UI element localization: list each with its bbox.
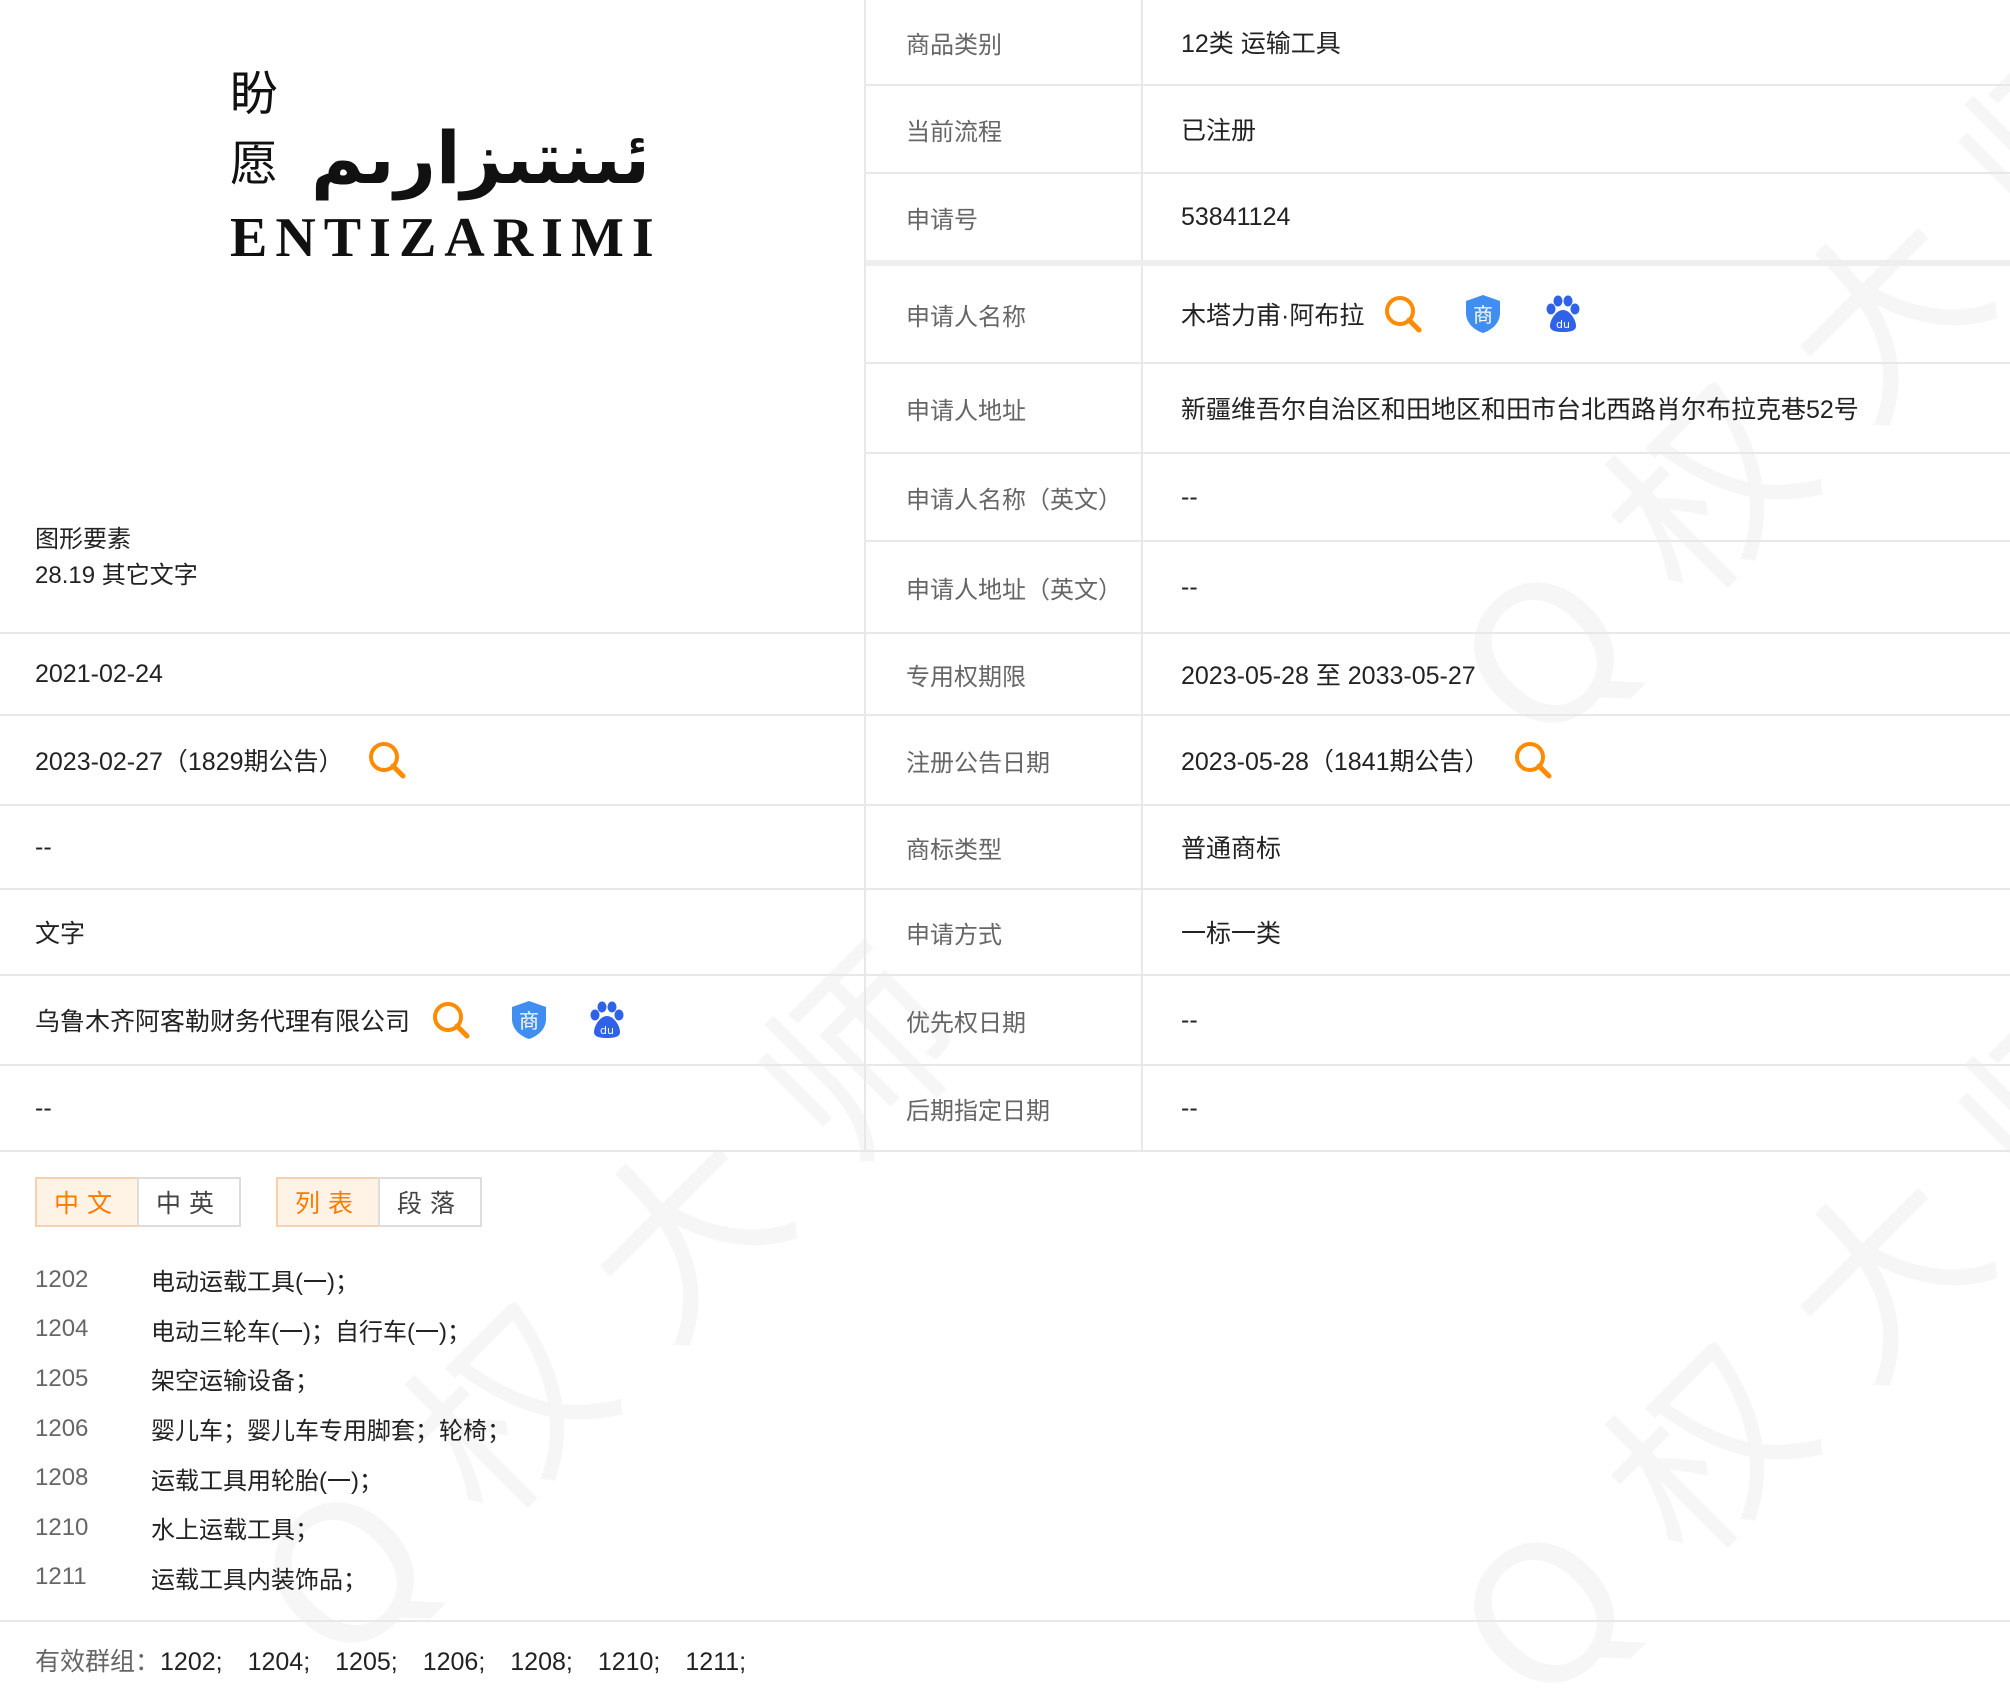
info-row-applicant-en: 申请人名称（英文） -- [866,454,2010,542]
row-value: -- [1181,1093,1198,1122]
info-row-mark-type: 商标类型 普通商标 [866,806,2010,890]
svg-text:du: du [1556,318,1570,331]
baidu-paw-icon[interactable]: du [586,999,628,1041]
row-label: 注册公告日期 [866,716,1143,804]
trademark-shield-icon[interactable]: 商 [508,999,550,1041]
valid-groups: 有效群组：1202; 1204; 1205; 1206; 1208; 1210;… [35,1642,746,1678]
row-label: 专用权期限 [866,634,1143,714]
status-value: 已注册 [1181,117,1257,145]
left-top-block [0,0,864,634]
search-icon[interactable] [1512,739,1554,781]
info-row-later-designation: 后期指定日期 -- [866,1066,2010,1152]
left-row-6: -- [0,1066,864,1152]
row-value: 普通商标 [1181,835,1282,863]
svg-text:商: 商 [519,1009,539,1033]
goods-code: 1211 [35,1563,87,1591]
list-item: 1206 婴儿车；婴儿车专用脚套；轮椅； [35,1404,511,1454]
left-row-3: -- [0,806,864,890]
goods-code: 1204 [35,1315,89,1343]
goods-code: 1205 [35,1364,89,1392]
search-icon[interactable] [430,999,472,1041]
row-label: 申请人地址 [866,364,1143,452]
row-label: 申请人名称（英文） [866,454,1143,540]
row-label: 申请方式 [866,890,1143,974]
valid-groups-value: 1202; 1204; 1205; 1206; 1208; 1210; 1211… [160,1648,747,1676]
divider [0,1620,2010,1622]
composition: 文字 [0,890,864,976]
row-value: 12类 运输工具 [1181,30,1341,58]
tab-list[interactable]: 列表 [276,1177,380,1227]
search-icon[interactable] [1382,293,1424,335]
info-row-priority-date: 优先权日期 -- [866,976,2010,1066]
list-item: 1205 架空运输设备； [35,1354,511,1404]
language-tabs: 中文 中英 [35,1177,241,1227]
row-label: 当前流程 [866,86,1143,172]
view-tabs: 列表 段落 [276,1177,482,1227]
row-value: 新疆维吾尔自治区和田地区和田市台北西路肖尔布拉克巷52号 [1181,396,1859,424]
goods-code: 1210 [35,1513,89,1541]
info-row-reg-no: 申请号 53841124 [866,174,2010,266]
info-row-class: 商品类别 12类 运输工具 [866,0,2010,86]
reg-announce-value: 2023-05-28（1841期公告） [1181,748,1490,776]
info-row-exclusive-period: 专用权期限 2023-05-28 至 2033-05-27 [866,634,2010,716]
row-value: -- [1181,572,1198,601]
goods-name: 电动运载工具(一)； [151,1269,359,1297]
goods-list: 1202 电动运载工具(一)； 1204 电动三轮车(一)；自行车(一)； 12… [35,1255,511,1602]
goods-name: 电动三轮车(一)；自行车(一)； [151,1318,471,1346]
row-label: 优先权日期 [866,976,1143,1064]
row-value: 53841124 [1181,202,1291,231]
goods-name: 运载工具内装饰品； [151,1566,367,1594]
info-row-reg-announce: 注册公告日期 2023-05-28（1841期公告） [866,716,2010,806]
row-value: -- [1181,1005,1198,1034]
goods-code: 1206 [35,1414,89,1442]
row-label: 申请人地址（英文） [866,542,1143,632]
goods-name: 婴儿车；婴儿车专用脚套；轮椅； [151,1418,511,1446]
list-item: 1204 电动三轮车(一)；自行车(一)； [35,1305,511,1355]
row-value: 一标一类 [1181,920,1282,948]
valid-groups-label: 有效群组： [35,1648,161,1676]
goods-name: 水上运载工具； [151,1517,319,1545]
list-item: 1210 水上运载工具； [35,1503,511,1553]
info-row-status: 当前流程 已注册 [866,86,2010,174]
tab-chinese-english[interactable]: 中英 [137,1177,241,1227]
goods-name: 运载工具用轮胎(一)； [151,1467,383,1495]
list-item: 1211 运载工具内装饰品； [35,1553,511,1603]
goods-code: 1202 [35,1265,89,1293]
info-row-applicant: 申请人名称 木塔力甫·阿布拉 商 du [866,266,2010,364]
row-label: 申请人名称 [866,266,1143,362]
applicant-name: 木塔力甫·阿布拉 [1181,302,1365,330]
row-label: 商品类别 [866,0,1143,84]
tab-chinese[interactable]: 中文 [35,1177,139,1227]
list-item: 1202 电动运载工具(一)； [35,1255,511,1305]
search-icon[interactable] [366,739,408,781]
row-value: -- [1181,482,1198,511]
goods-code: 1208 [35,1464,89,1492]
trademark-shield-icon[interactable]: 商 [1462,293,1504,335]
agency: 乌鲁木齐阿客勒财务代理有限公司 商 du [0,976,864,1066]
goods-name: 架空运输设备； [151,1368,319,1396]
tab-paragraph[interactable]: 段落 [378,1177,482,1227]
list-item: 1208 运载工具用轮胎(一)； [35,1453,511,1503]
info-row-address-en: 申请人地址（英文） -- [866,542,2010,634]
svg-text:du: du [600,1024,614,1037]
info-row-apply-method: 申请方式 一标一类 [866,890,2010,976]
initial-announce: 2023-02-27（1829期公告） [0,716,864,806]
baidu-paw-icon[interactable]: du [1542,293,1584,335]
row-label: 申请号 [866,174,1143,260]
apply-date: 2021-02-24 [0,634,864,716]
row-label: 后期指定日期 [866,1066,1143,1150]
row-value: 2023-05-28 至 2033-05-27 [1181,662,1476,690]
svg-text:商: 商 [1473,303,1493,327]
info-row-address: 申请人地址 新疆维吾尔自治区和田地区和田市台北西路肖尔布拉克巷52号 [866,364,2010,454]
row-label: 商标类型 [866,806,1143,888]
